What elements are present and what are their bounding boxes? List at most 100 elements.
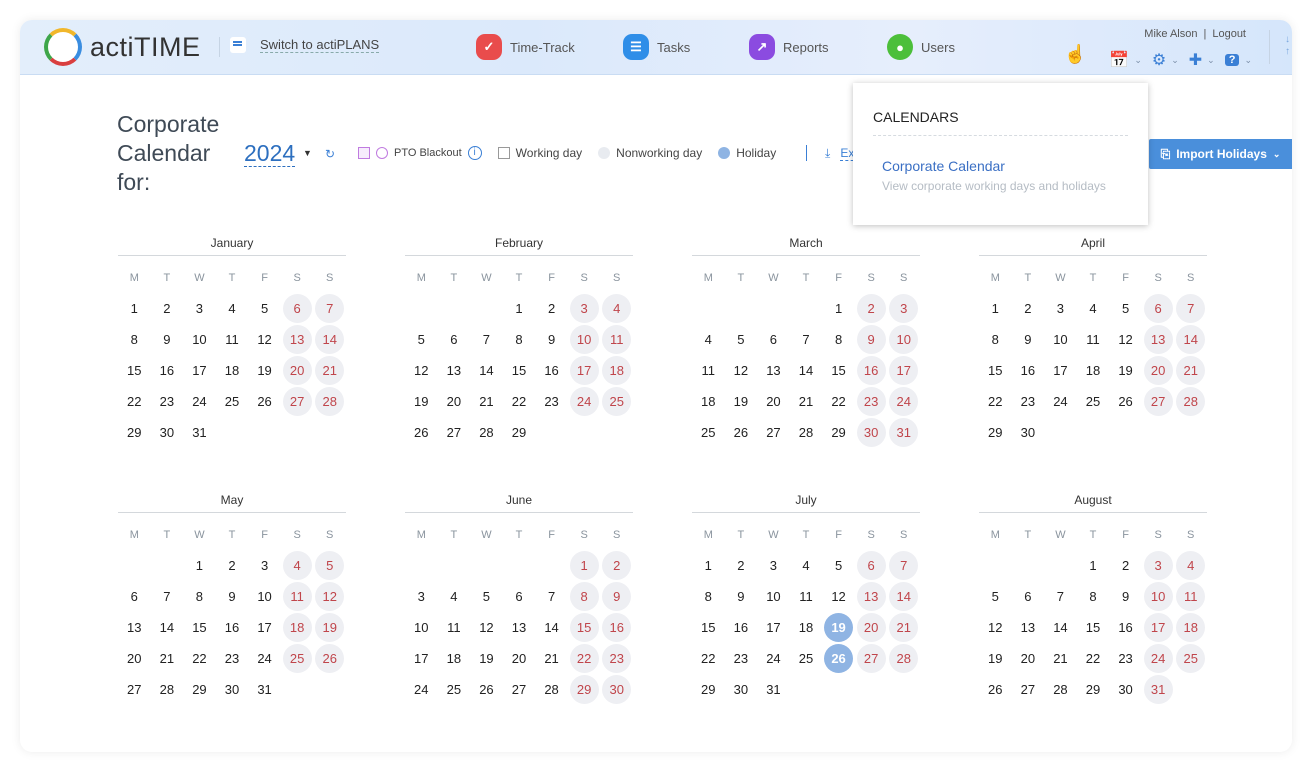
calendar-day[interactable]: 12 xyxy=(472,613,501,642)
calendar-day[interactable]: 28 xyxy=(315,387,345,416)
calendar-day[interactable]: 9 xyxy=(1013,325,1042,354)
calendar-day[interactable]: 19 xyxy=(407,387,436,416)
logo[interactable]: actiTIME xyxy=(44,28,201,66)
calendar-day[interactable]: 27 xyxy=(1143,387,1173,416)
calendar-day[interactable]: 23 xyxy=(856,387,886,416)
calendar-day[interactable]: 17 xyxy=(407,644,436,673)
calendar-day[interactable]: 1 xyxy=(569,551,599,580)
calendar-day[interactable]: 24 xyxy=(407,675,436,704)
calendar-day[interactable]: 10 xyxy=(569,325,599,354)
calendar-day[interactable]: 16 xyxy=(152,356,181,385)
calendar-day[interactable]: 2 xyxy=(726,551,755,580)
calendar-day[interactable]: 28 xyxy=(537,675,566,704)
calendar-day[interactable]: 27 xyxy=(1013,675,1042,704)
calendar-day[interactable]: 12 xyxy=(981,613,1010,642)
logout-link[interactable]: Logout xyxy=(1212,28,1246,40)
calendar-day[interactable]: 17 xyxy=(1143,613,1173,642)
calendar-day[interactable]: 7 xyxy=(791,325,820,354)
calendar-day[interactable]: 30 xyxy=(726,675,755,704)
calendar-day[interactable]: 21 xyxy=(537,644,566,673)
calendar-day[interactable]: 22 xyxy=(569,644,599,673)
calendar-day[interactable]: 17 xyxy=(1046,356,1075,385)
calendar-day[interactable]: 22 xyxy=(1078,644,1107,673)
calendar-day[interactable]: 8 xyxy=(981,325,1010,354)
calendar-day[interactable]: 24 xyxy=(759,644,788,673)
calendar-day[interactable]: 26 xyxy=(1111,387,1140,416)
calendar-day[interactable]: 25 xyxy=(1078,387,1107,416)
calendar-day[interactable]: 31 xyxy=(759,675,788,704)
calendar-day[interactable]: 29 xyxy=(981,418,1010,447)
calendar-day[interactable]: 25 xyxy=(602,387,632,416)
refresh-icon[interactable]: ↻ xyxy=(325,147,335,161)
calendar-day[interactable]: 14 xyxy=(472,356,501,385)
calendar-day[interactable]: 3 xyxy=(889,294,919,323)
calendar-day[interactable]: 3 xyxy=(185,294,214,323)
calendar-day[interactable]: 19 xyxy=(726,387,755,416)
calendar-day[interactable]: 2 xyxy=(152,294,181,323)
calendar-day[interactable]: 15 xyxy=(185,613,214,642)
calendar-day[interactable]: 28 xyxy=(791,418,820,447)
calendar-day[interactable]: 30 xyxy=(1013,418,1042,447)
calendar-day[interactable]: 13 xyxy=(856,582,886,611)
calendar-menu-button[interactable]: 📅 ⌄ xyxy=(1109,50,1141,70)
calendar-day[interactable]: 12 xyxy=(250,325,279,354)
calendar-day[interactable]: 17 xyxy=(185,356,214,385)
calendar-day[interactable]: 2 xyxy=(856,294,886,323)
calendar-day[interactable]: 15 xyxy=(824,356,853,385)
calendar-day[interactable]: 24 xyxy=(889,387,919,416)
calendar-day[interactable]: 10 xyxy=(1046,325,1075,354)
calendar-day[interactable]: 29 xyxy=(1078,675,1107,704)
calendar-day[interactable]: 1 xyxy=(120,294,149,323)
calendar-day[interactable]: 22 xyxy=(694,644,723,673)
calendar-day[interactable]: 26 xyxy=(981,675,1010,704)
calendar-day[interactable]: 4 xyxy=(282,551,312,580)
calendar-day[interactable]: 7 xyxy=(537,582,566,611)
calendar-day[interactable]: 12 xyxy=(407,356,436,385)
calendar-day[interactable]: 4 xyxy=(791,551,820,580)
calendar-day[interactable]: 26 xyxy=(315,644,345,673)
calendar-day[interactable]: 22 xyxy=(981,387,1010,416)
calendar-day[interactable]: 21 xyxy=(472,387,501,416)
calendar-day[interactable]: 22 xyxy=(185,644,214,673)
calendar-day[interactable]: 25 xyxy=(439,675,468,704)
calendar-day[interactable]: 30 xyxy=(602,675,632,704)
calendar-day[interactable]: 2 xyxy=(217,551,246,580)
calendar-day[interactable]: 8 xyxy=(824,325,853,354)
calendar-day[interactable]: 1 xyxy=(504,294,533,323)
calendar-day[interactable]: 8 xyxy=(120,325,149,354)
calendar-day[interactable]: 20 xyxy=(439,387,468,416)
calendar-day[interactable]: 27 xyxy=(120,675,149,704)
calendar-day[interactable]: 25 xyxy=(282,644,312,673)
calendar-day[interactable]: 27 xyxy=(282,387,312,416)
calendar-day[interactable]: 19 xyxy=(1111,356,1140,385)
calendar-day[interactable]: 17 xyxy=(889,356,919,385)
calendar-day[interactable]: 7 xyxy=(472,325,501,354)
calendar-day[interactable]: 8 xyxy=(569,582,599,611)
calendar-day[interactable]: 9 xyxy=(856,325,886,354)
calendar-day[interactable]: 6 xyxy=(1143,294,1173,323)
calendar-day[interactable]: 9 xyxy=(602,582,632,611)
calendar-day[interactable]: 20 xyxy=(282,356,312,385)
calendar-day[interactable]: 7 xyxy=(1176,294,1206,323)
calendar-day[interactable]: 26 xyxy=(407,418,436,447)
calendar-day[interactable]: 14 xyxy=(791,356,820,385)
calendar-day[interactable]: 6 xyxy=(759,325,788,354)
calendar-day[interactable]: 20 xyxy=(120,644,149,673)
year-selector[interactable]: 2024 xyxy=(244,140,296,167)
calendar-day[interactable]: 18 xyxy=(791,613,820,642)
calendar-day[interactable]: 13 xyxy=(439,356,468,385)
calendar-day[interactable]: 6 xyxy=(439,325,468,354)
calendar-day[interactable]: 6 xyxy=(856,551,886,580)
import-holidays-button[interactable]: ⎘ Import Holidays ⌄ xyxy=(1149,139,1292,169)
calendar-day[interactable]: 14 xyxy=(315,325,345,354)
calendar-day[interactable]: 31 xyxy=(1143,675,1173,704)
calendar-day[interactable]: 22 xyxy=(504,387,533,416)
calendar-day[interactable]: 26 xyxy=(726,418,755,447)
calendar-day[interactable]: 31 xyxy=(889,418,919,447)
calendar-day[interactable]: 18 xyxy=(694,387,723,416)
calendar-day[interactable]: 20 xyxy=(1013,644,1042,673)
calendar-day[interactable]: 24 xyxy=(569,387,599,416)
calendar-day[interactable]: 21 xyxy=(889,613,919,642)
calendar-day[interactable]: 17 xyxy=(569,356,599,385)
calendar-day[interactable]: 4 xyxy=(602,294,632,323)
